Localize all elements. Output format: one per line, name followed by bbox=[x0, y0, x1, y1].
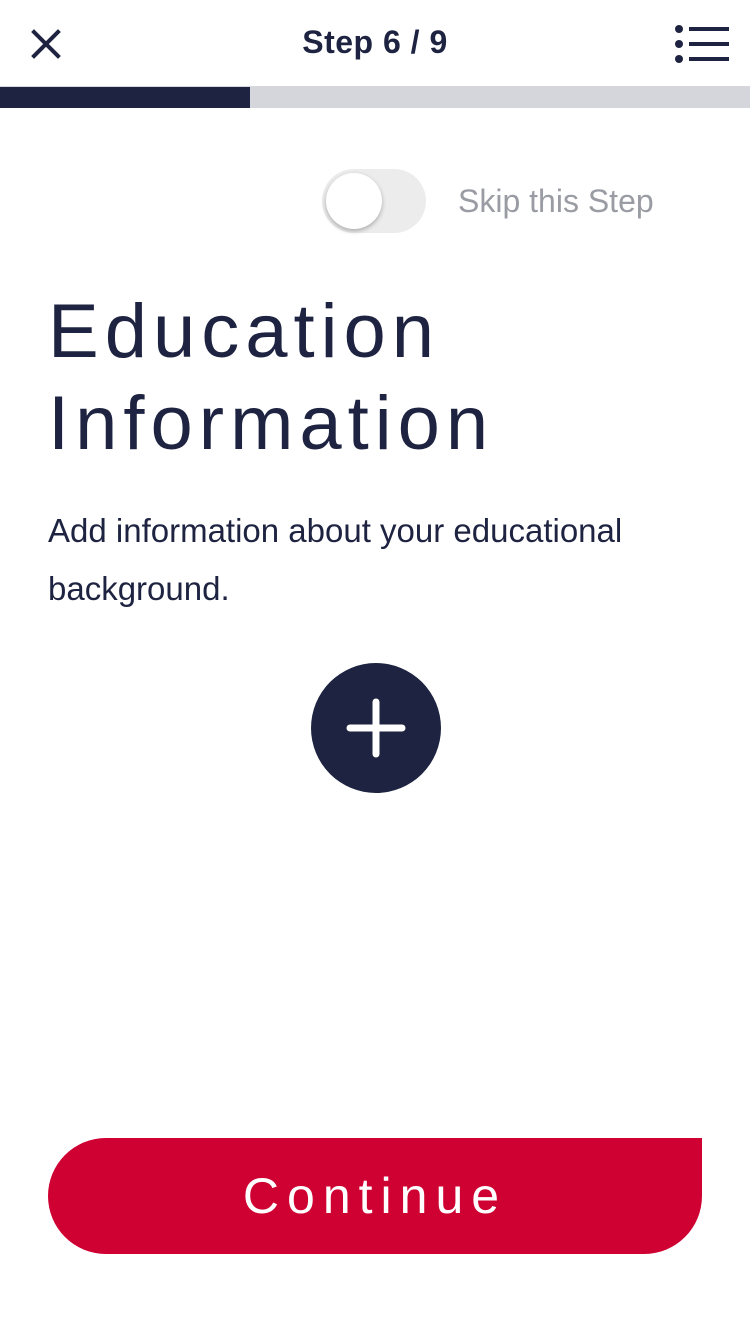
step-title: Step 6 / 9 bbox=[302, 24, 448, 60]
header: Step 6 / 9 bbox=[0, 0, 750, 87]
steps-menu-button[interactable] bbox=[672, 20, 732, 68]
progress-bar bbox=[0, 87, 750, 108]
continue-button[interactable]: Continue bbox=[48, 1138, 702, 1254]
add-education-button[interactable] bbox=[311, 663, 441, 793]
skip-step-row: Skip this Step bbox=[322, 168, 654, 234]
skip-step-toggle[interactable] bbox=[322, 169, 426, 233]
plus-icon bbox=[346, 698, 406, 758]
page-description: Add information about your educational b… bbox=[48, 512, 623, 607]
skip-step-label: Skip this Step bbox=[458, 182, 654, 219]
progress-fill bbox=[0, 87, 250, 108]
screen: Step 6 / 9 Skip this Step Education Info… bbox=[0, 0, 750, 1334]
toggle-knob bbox=[326, 173, 382, 229]
page-title: Education Information bbox=[48, 289, 495, 466]
list-icon bbox=[675, 25, 729, 63]
